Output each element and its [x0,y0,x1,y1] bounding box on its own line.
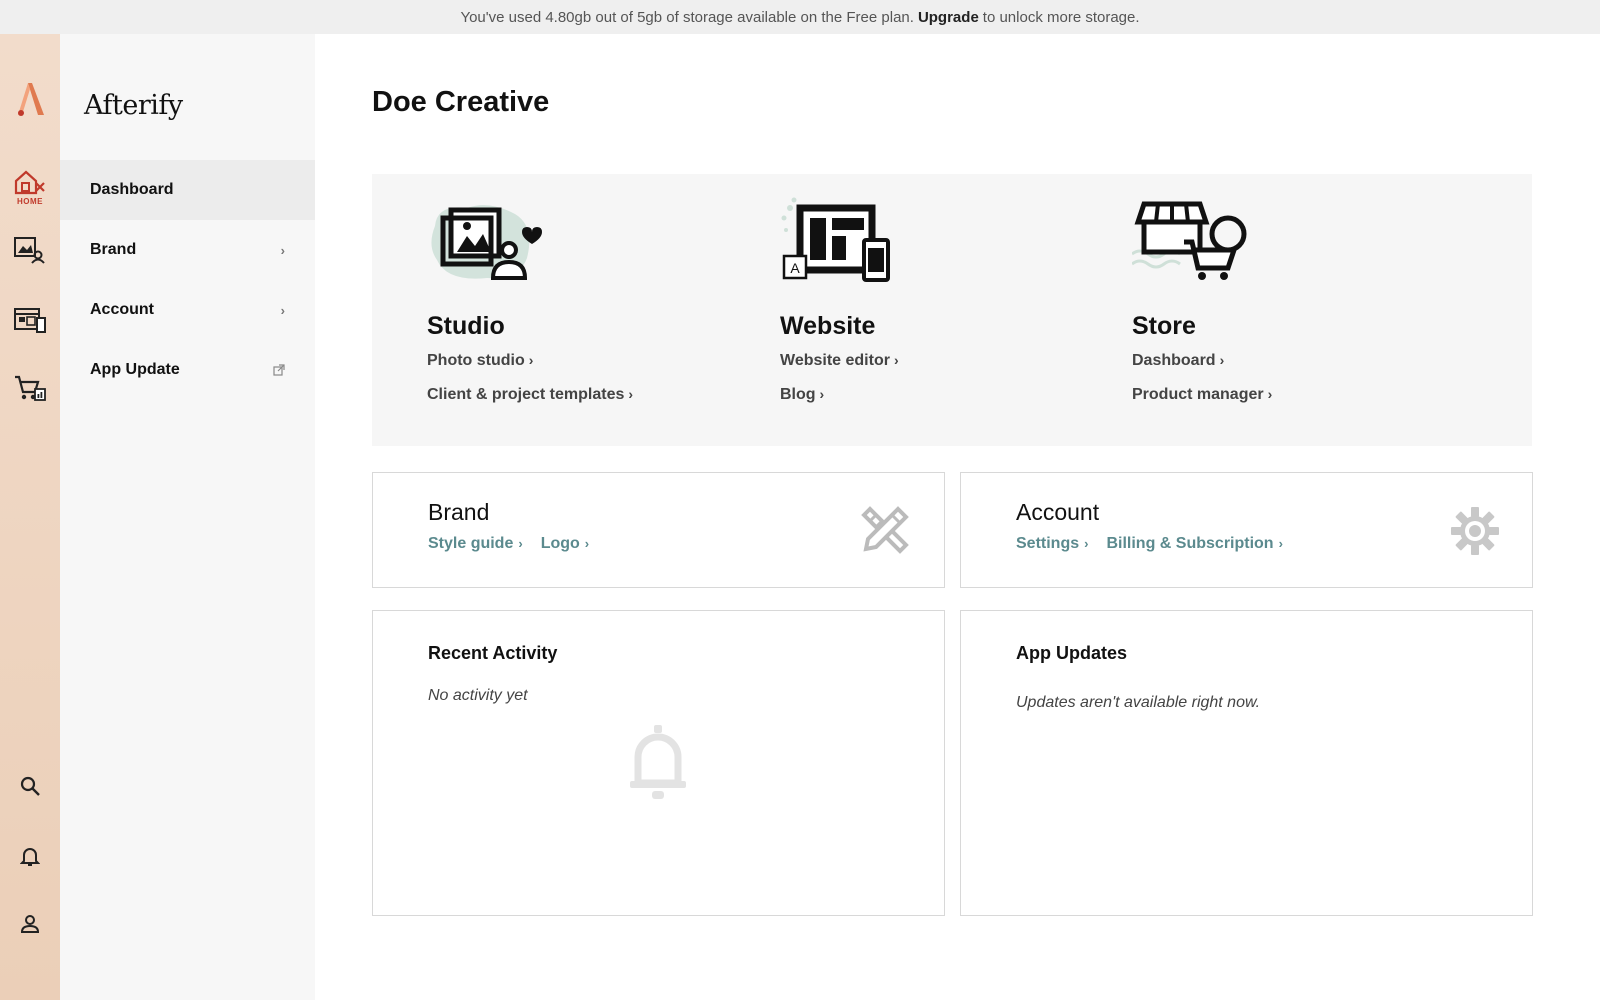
account-card-title: Account [1016,499,1100,525]
product-manager-link[interactable]: Product manager › [1132,386,1272,404]
storage-banner: You've used 4.80gb out of 5gb of storage… [0,0,1600,34]
account-card: Account Settings › Billing & Subscription… [960,472,1533,588]
search-icon[interactable] [0,766,60,806]
banner-suffix: to unlock more storage. [982,8,1140,26]
icon-rail: HOME [0,34,60,1000]
bell-icon [630,725,686,799]
settings-link[interactable]: Settings › [1016,535,1088,553]
sidebar-item-dashboard[interactable]: Dashboard [60,160,315,220]
home-icon [14,170,45,194]
product-overview: Studio Photo studio › Client & project te… [372,174,1532,446]
studio-title: Studio [427,312,505,340]
sidebar-item-app-update[interactable]: App Update [60,340,315,400]
chevron-right-icon: › [819,386,825,402]
photo-studio-link[interactable]: Photo studio › [427,352,533,370]
sidebar-item-label: Brand [90,241,137,258]
style-guide-link[interactable]: Style guide › [428,535,523,553]
studio-illustration-icon [431,205,542,280]
chevron-right-icon: › [518,536,523,551]
blog-link[interactable]: Blog › [780,386,824,404]
store-title: Store [1132,312,1196,340]
client-project-templates-link[interactable]: Client & project templates › [427,386,633,404]
app-updates-panel: App Updates Updates aren't available rig… [960,610,1533,916]
user-icon[interactable] [0,904,60,944]
bell-icon[interactable] [0,836,60,876]
brand-card-title: Brand [428,499,490,525]
studio-icon[interactable] [0,230,60,270]
brand-card: Brand Style guide › Logo › [372,472,945,588]
recent-activity-title: Recent Activity [428,643,558,663]
website-icon[interactable] [0,300,60,340]
chevron-right-icon: › [1278,536,1283,551]
website-section: A Website Website editor › Blog › [780,174,1120,446]
account-card-links: Settings › Billing & Subscription › [1016,535,1283,553]
chevron-right-icon: › [528,352,534,368]
store-illustration-icon [1132,201,1247,280]
pencil-ruler-icon [861,506,909,554]
svg-text:A: A [790,260,800,276]
store-dashboard-link[interactable]: Dashboard › [1132,352,1224,370]
chevron-right-icon: › [1267,386,1273,402]
sidebar: Afterify Dashboard Brand › Account › App… [60,34,315,1000]
brand-logo[interactable]: Afterify [84,90,183,121]
chevron-right-icon: › [280,242,285,258]
chevron-right-icon: › [1084,536,1089,551]
external-link-icon [273,364,285,376]
app-updates-title: App Updates [1016,643,1128,663]
sidebar-item-brand[interactable]: Brand › [60,220,315,280]
billing-subscription-link[interactable]: Billing & Subscription › [1106,535,1282,553]
app-updates-empty: Updates aren't available right now. [1016,694,1261,711]
home-label: HOME [17,196,43,206]
chevron-right-icon: › [280,302,285,318]
store-icon[interactable] [0,368,60,408]
page-title: Doe Creative [372,86,550,118]
main-content: Doe Creative Studio Photo studio › Client… [315,34,1600,1000]
sidebar-item-account[interactable]: Account › [60,280,315,340]
website-title: Website [780,312,876,340]
website-illustration-icon: A [781,197,890,282]
chevron-right-icon: › [584,536,590,551]
chevron-right-icon: › [1219,352,1225,368]
chevron-right-icon: › [893,352,899,368]
upgrade-link[interactable]: Upgrade [918,9,979,26]
rail-home[interactable]: HOME [0,162,60,212]
gear-icon [1451,507,1499,555]
sidebar-item-label: Dashboard [90,181,174,198]
recent-activity-empty: No activity yet [428,687,528,704]
logo-link[interactable]: Logo › [541,535,589,553]
brand-card-links: Style guide › Logo › [428,535,589,553]
banner-text: You've used 4.80gb out of 5gb of storage… [460,8,914,26]
app-logo-icon[interactable] [0,78,60,122]
store-section: Store Dashboard › Product manager › [1132,174,1472,446]
website-editor-link[interactable]: Website editor › [780,352,899,370]
sidebar-item-label: Account [90,301,154,318]
studio-section: Studio Photo studio › Client & project te… [427,174,767,446]
recent-activity-panel: Recent Activity No activity yet [372,610,945,916]
sidebar-item-label: App Update [90,361,180,378]
chevron-right-icon: › [628,386,634,402]
